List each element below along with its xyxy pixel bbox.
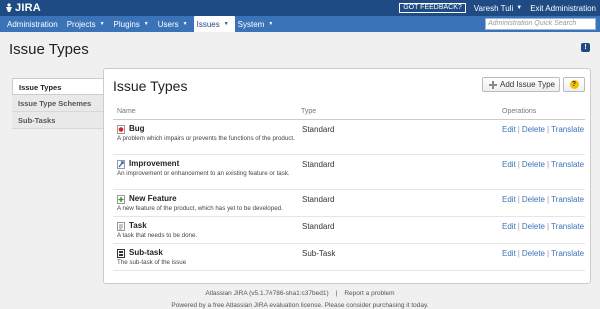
table-row: Bug A problem which impairs or prevents … bbox=[113, 120, 585, 155]
delete-link[interactable]: Delete bbox=[522, 125, 545, 134]
edit-link[interactable]: Edit bbox=[502, 195, 516, 204]
chevron-down-icon: ▼ bbox=[223, 21, 229, 27]
issue-type-description: An improvement or enhancement to an exis… bbox=[117, 170, 290, 177]
issue-type-type: Standard bbox=[302, 125, 335, 134]
issue-types-panel: Issue Types Add Issue Type ? Name Type O… bbox=[103, 68, 591, 284]
column-header-type: Type bbox=[301, 108, 317, 115]
chevron-down-icon: ▼ bbox=[268, 21, 274, 27]
plus-icon bbox=[489, 80, 497, 89]
column-header-name: Name bbox=[117, 108, 136, 115]
chevron-down-icon: ▼ bbox=[143, 21, 149, 27]
translate-link[interactable]: Translate bbox=[551, 222, 584, 231]
report-problem-link[interactable]: Report a problem bbox=[344, 290, 394, 297]
row-operations: Edit | Delete | Translate bbox=[502, 125, 585, 134]
sidebar-item-issue-type-schemes[interactable]: Issue Type Schemes bbox=[12, 95, 104, 112]
column-header-operations: Operations bbox=[502, 108, 537, 115]
task-icon bbox=[117, 222, 125, 231]
issue-type-name: Task bbox=[129, 221, 147, 230]
sidebar-item-issue-types[interactable]: Issue Types bbox=[12, 78, 104, 95]
delete-link[interactable]: Delete bbox=[522, 222, 545, 231]
edit-link[interactable]: Edit bbox=[502, 125, 516, 134]
bug-icon bbox=[117, 125, 125, 134]
table-row: New Feature A new feature of the product… bbox=[113, 190, 585, 217]
edit-link[interactable]: Edit bbox=[502, 222, 516, 231]
table-row: Sub-task The sub-task of the issue Sub-T… bbox=[113, 244, 585, 271]
issue-type-name: Sub-task bbox=[129, 248, 163, 257]
user-dropdown-icon[interactable]: ▼ bbox=[516, 5, 522, 11]
chevron-down-icon: ▼ bbox=[99, 21, 105, 27]
delete-link[interactable]: Delete bbox=[522, 249, 545, 258]
edit-link[interactable]: Edit bbox=[502, 160, 516, 169]
nav-projects[interactable]: Projects ▼ bbox=[64, 16, 111, 32]
exit-administration-link[interactable]: Exit Administration bbox=[530, 4, 596, 13]
table-row: Improvement An improvement or enhancemen… bbox=[113, 155, 585, 190]
row-operations: Edit | Delete | Translate bbox=[502, 195, 585, 204]
add-issue-type-label: Add Issue Type bbox=[500, 80, 555, 89]
row-operations: Edit | Delete | Translate bbox=[502, 160, 585, 169]
license-text: Powered by a free Atlassian JIRA evaluat… bbox=[171, 302, 429, 309]
translate-link[interactable]: Translate bbox=[551, 125, 584, 134]
issue-type-type: Standard bbox=[302, 195, 335, 204]
nav-administration[interactable]: Administration bbox=[4, 16, 64, 32]
sidebar-item-sub-tasks[interactable]: Sub-Tasks bbox=[12, 112, 104, 129]
feedback-button[interactable]: GOT FEEDBACK? bbox=[399, 3, 466, 13]
issue-type-description: The sub-task of the issue bbox=[117, 259, 187, 266]
nav-issues[interactable]: Issues ▼ bbox=[193, 16, 235, 32]
issue-type-type: Sub-Task bbox=[302, 249, 336, 258]
sidebar: Issue Types Issue Type Schemes Sub-Tasks bbox=[12, 78, 104, 129]
admin-nav-bar: Administration Projects ▼ Plugins ▼ Users ▼… bbox=[0, 16, 600, 32]
user-menu[interactable]: Varesh Tuli bbox=[474, 4, 513, 13]
table-row: Task A task that needs to be done. Stand… bbox=[113, 217, 585, 244]
edit-link[interactable]: Edit bbox=[502, 249, 516, 258]
nav-system[interactable]: System ▼ bbox=[235, 16, 280, 32]
delete-link[interactable]: Delete bbox=[522, 195, 545, 204]
delete-link[interactable]: Delete bbox=[522, 160, 545, 169]
help-button[interactable]: ? bbox=[563, 77, 585, 92]
logo-text: JIRA bbox=[15, 2, 41, 14]
improvement-icon bbox=[117, 160, 125, 169]
issue-type-description: A new feature of the product, which has … bbox=[117, 205, 283, 212]
jira-logo-icon bbox=[4, 3, 14, 13]
add-issue-type-button[interactable]: Add Issue Type bbox=[482, 77, 560, 92]
jira-logo[interactable]: JIRA bbox=[4, 2, 41, 14]
issue-type-description: A problem which impairs or prevents the … bbox=[117, 135, 295, 142]
row-operations: Edit | Delete | Translate bbox=[502, 222, 585, 231]
translate-link[interactable]: Translate bbox=[551, 195, 584, 204]
translate-link[interactable]: Translate bbox=[551, 249, 584, 258]
issue-type-name: New Feature bbox=[129, 194, 177, 203]
footer: Atlassian JIRA (v5.1.7#786-sha1:c37bed1)… bbox=[205, 290, 395, 297]
page-help-icon[interactable]: ! bbox=[581, 43, 590, 52]
top-header-bar: JIRA GOT FEEDBACK? Varesh Tuli ▼ Exit Ad… bbox=[0, 0, 600, 16]
version-text: Atlassian JIRA (v5.1.7#786-sha1:c37bed1) bbox=[205, 290, 329, 297]
sub-task-icon bbox=[117, 249, 125, 258]
issue-type-description: A task that needs to be done. bbox=[117, 232, 198, 239]
panel-title: Issue Types bbox=[113, 78, 188, 94]
nav-plugins[interactable]: Plugins ▼ bbox=[111, 16, 155, 32]
chevron-down-icon: ▼ bbox=[182, 21, 188, 27]
help-icon: ? bbox=[569, 80, 579, 89]
admin-quick-search-input[interactable]: Administration Quick Search bbox=[485, 18, 596, 30]
nav-users[interactable]: Users ▼ bbox=[155, 16, 194, 32]
translate-link[interactable]: Translate bbox=[551, 160, 584, 169]
new-feature-icon bbox=[117, 195, 125, 204]
page-title: Issue Types bbox=[9, 41, 89, 58]
row-operations: Edit | Delete | Translate bbox=[502, 249, 585, 258]
issue-type-name: Improvement bbox=[129, 159, 180, 168]
issue-type-name: Bug bbox=[129, 124, 145, 133]
issue-type-type: Standard bbox=[302, 160, 335, 169]
issue-type-type: Standard bbox=[302, 222, 335, 231]
